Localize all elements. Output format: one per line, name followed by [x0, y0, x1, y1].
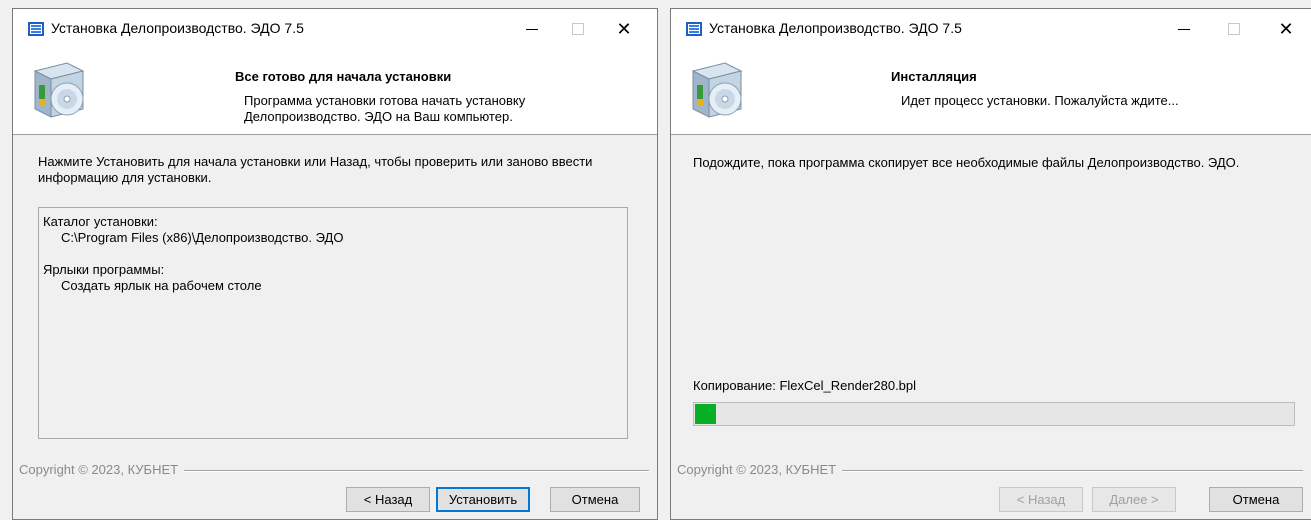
- progress-fill: [695, 404, 716, 424]
- back-button[interactable]: < Назад: [346, 487, 430, 512]
- window-title: Установка Делопроизводство. ЭДО 7.5: [709, 20, 962, 36]
- title-bar[interactable]: Установка Делопроизводство. ЭДО 7.5 ✕: [671, 9, 1311, 49]
- maximize-icon: [1211, 9, 1257, 49]
- header-subtitle: Программа установки готова начать устано…: [244, 93, 526, 124]
- progress-bar: [693, 402, 1295, 426]
- cancel-button[interactable]: Отмена: [1209, 487, 1303, 512]
- copyright-row: Copyright © 2023, КУБНЕТ: [13, 462, 657, 477]
- next-button: Далее >: [1092, 487, 1176, 512]
- header-title: Инсталляция: [891, 69, 977, 84]
- install-button[interactable]: Установить: [436, 487, 530, 512]
- installer-app-icon: [28, 22, 44, 36]
- copyright-text: Copyright © 2023, КУБНЕТ: [677, 462, 843, 477]
- install-dir-label: Каталог установки:: [43, 214, 158, 229]
- close-icon[interactable]: ✕: [601, 9, 647, 49]
- shortcuts-label: Ярлыки программы:: [43, 262, 165, 277]
- copy-status: Копирование: FlexCel_Render280.bpl: [693, 378, 917, 393]
- maximize-icon: [555, 9, 601, 49]
- installer-app-icon: [686, 22, 702, 36]
- minimize-icon[interactable]: [509, 9, 555, 49]
- wizard-header: Все готово для начала установки Программ…: [13, 49, 657, 135]
- header-title: Все готово для начала установки: [235, 69, 452, 84]
- setup-window-ready: Установка Делопроизводство. ЭДО 7.5 ✕ Вс…: [12, 8, 658, 520]
- ready-memo[interactable]: Каталог установки: C:\Program Files (x86…: [38, 207, 628, 439]
- setup-window-installing: Установка Делопроизводство. ЭДО 7.5 ✕ Ин…: [670, 8, 1311, 520]
- copyright-row: Copyright © 2023, КУБНЕТ: [671, 462, 1311, 477]
- copyright-text: Copyright © 2023, КУБНЕТ: [19, 462, 185, 477]
- instructions-text: Нажмите Установить для начала установки …: [38, 154, 593, 185]
- installer-box-cd-icon: [691, 62, 743, 118]
- cancel-button[interactable]: Отмена: [550, 487, 640, 512]
- back-button: < Назад: [999, 487, 1083, 512]
- title-bar[interactable]: Установка Делопроизводство. ЭДО 7.5 ✕: [13, 9, 657, 49]
- install-dir-value: C:\Program Files (x86)\Делопроизводство.…: [61, 230, 344, 245]
- header-subtitle: Идет процесс установки. Пожалуйста ждите…: [901, 93, 1179, 108]
- installer-box-cd-icon: [33, 62, 85, 118]
- instructions-text: Подождите, пока программа скопирует все …: [693, 155, 1240, 170]
- desktop-background: [0, 0, 12, 520]
- shortcuts-value: Создать ярлык на рабочем столе: [61, 278, 262, 293]
- minimize-icon[interactable]: [1161, 9, 1207, 49]
- wizard-header: Инсталляция Идет процесс установки. Пожа…: [671, 49, 1311, 135]
- close-icon[interactable]: ✕: [1263, 9, 1309, 49]
- window-title: Установка Делопроизводство. ЭДО 7.5: [51, 20, 304, 36]
